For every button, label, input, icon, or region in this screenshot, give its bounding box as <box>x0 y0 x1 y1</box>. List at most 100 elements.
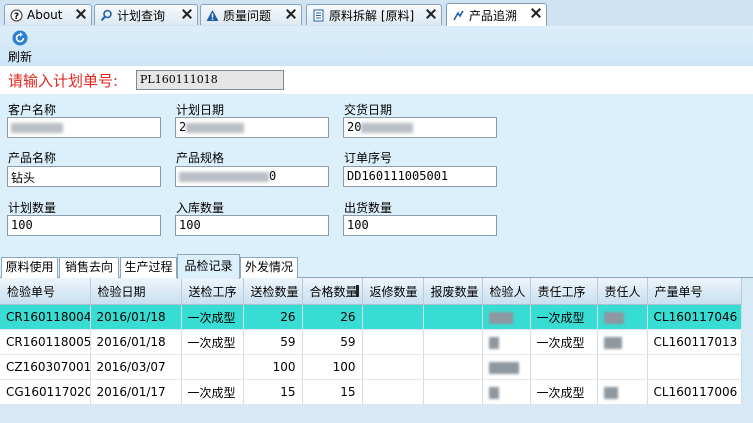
cell <box>423 329 483 355</box>
customer-name-label: 客户名称 <box>8 103 57 117</box>
tab-about[interactable]: ? About <box>4 4 92 25</box>
stock-in-qty-label: 入库数量 <box>176 201 225 215</box>
tab-product-trace[interactable]: 产品追溯 <box>446 3 547 26</box>
product-name-label: 产品名称 <box>8 151 57 165</box>
svg-text:?: ? <box>14 12 19 22</box>
order-seq-label: 订单序号 <box>344 151 393 165</box>
inspection-records-grid: 检验单号 检验日期 送检工序 送检数量 合格数量 返修数量 报废数量 检验人 责… <box>0 278 753 423</box>
table-row[interactable]: CZ160307001 2016/03/07 100 100 <box>0 354 742 380</box>
table-row[interactable]: CG160117020 2016/01/17 一次成型 15 15 一次成型 C… <box>0 379 742 405</box>
column-header[interactable]: 合格数量 <box>302 278 363 305</box>
tab-label: 产品追溯 <box>469 8 518 23</box>
column-resize-handle[interactable] <box>355 285 359 297</box>
tab-label: 计划查询 <box>117 8 166 23</box>
column-header[interactable]: 检验人 <box>482 278 531 305</box>
tab-material-usage[interactable]: 原料使用 <box>1 257 58 278</box>
delivery-date-field[interactable]: 20 <box>343 117 497 138</box>
close-icon[interactable] <box>531 8 541 18</box>
column-header[interactable]: 产量单号 <box>647 278 742 305</box>
cell: CZ160307001 <box>0 354 91 380</box>
column-header[interactable]: 送检数量 <box>243 278 303 305</box>
tab-label: About <box>27 8 63 22</box>
cell <box>647 354 742 380</box>
close-icon[interactable] <box>76 9 86 19</box>
customer-name-field[interactable] <box>7 117 161 138</box>
cell: CR160118005 <box>0 329 91 355</box>
product-spec-field[interactable]: 0 <box>175 166 329 187</box>
cell: 一次成型 <box>530 379 598 405</box>
order-seq-field[interactable]: DD160111005001 <box>343 166 497 187</box>
cell <box>530 354 598 380</box>
column-header[interactable]: 责任工序 <box>530 278 598 305</box>
ship-qty-label: 出货数量 <box>344 201 393 215</box>
product-spec-label: 产品规格 <box>176 151 225 165</box>
cell: 59 <box>302 329 363 355</box>
cell-inspector <box>482 354 531 380</box>
column-header[interactable]: 检验单号 <box>0 278 91 305</box>
cell: CL160117006 <box>647 379 742 405</box>
cell-responsible <box>597 329 648 355</box>
cell: 2016/03/07 <box>90 354 182 380</box>
cell-inspector <box>482 304 531 330</box>
trace-icon <box>452 9 465 22</box>
refresh-button[interactable]: 刷新 <box>3 28 37 64</box>
column-header[interactable]: 责任人 <box>597 278 648 305</box>
tab-production-process[interactable]: 生产过程 <box>120 257 177 278</box>
column-header[interactable]: 检验日期 <box>90 278 182 305</box>
cell: 一次成型 <box>530 329 598 355</box>
cell <box>423 354 483 380</box>
cell <box>423 304 483 330</box>
toolbar: 刷新 <box>0 26 753 66</box>
cell: 15 <box>302 379 363 405</box>
column-header[interactable]: 报废数量 <box>423 278 483 305</box>
plan-info-form: 客户名称 计划日期 2 交货日期 20 产品名称 钻头 产品规格 0 订单序号 … <box>0 94 753 250</box>
close-icon[interactable] <box>286 9 296 19</box>
table-row[interactable]: CR160118005 2016/01/18 一次成型 59 59 一次成型 C… <box>0 329 742 355</box>
column-header[interactable]: 返修数量 <box>362 278 424 305</box>
cell: 26 <box>243 304 303 330</box>
tab-plan-query[interactable]: 计划查询 <box>94 4 198 25</box>
cell-inspector <box>482 379 531 405</box>
tab-label: 原料拆解 [原料] <box>329 8 415 23</box>
cell: 一次成型 <box>181 379 244 405</box>
cell-responsible <box>597 304 648 330</box>
cell <box>362 354 424 380</box>
tab-outsourcing[interactable]: 外发情况 <box>240 257 298 278</box>
cell: CL160117013 <box>647 329 742 355</box>
stock-in-qty-field[interactable]: 100 <box>175 215 329 236</box>
cell: 2016/01/18 <box>90 304 182 330</box>
plan-number-bar: 请输入计划单号: PL160111018 <box>0 66 753 94</box>
cell <box>362 329 424 355</box>
cell: CR160118004 <box>0 304 91 330</box>
cell: 2016/01/17 <box>90 379 182 405</box>
ship-qty-field[interactable]: 100 <box>343 215 497 236</box>
close-icon[interactable] <box>182 9 192 19</box>
plan-number-input[interactable]: PL160111018 <box>136 70 284 90</box>
record-tab-bar: 原料使用 销售去向 生产过程 品检记录 外发情况 <box>0 250 753 279</box>
cell: 100 <box>302 354 363 380</box>
cell-responsible <box>597 379 648 405</box>
plan-date-field[interactable]: 2 <box>175 117 329 138</box>
tab-quality-issues[interactable]: 质量问题 <box>200 4 302 25</box>
cell <box>362 304 424 330</box>
product-name-field[interactable]: 钻头 <box>7 166 161 187</box>
cell: 一次成型 <box>181 329 244 355</box>
table-row[interactable]: CR160118004 2016/01/18 一次成型 26 26 一次成型 C… <box>0 304 742 330</box>
tab-inspection-records[interactable]: 品检记录 <box>177 254 240 279</box>
tab-sales-destination[interactable]: 销售去向 <box>59 257 119 278</box>
close-icon[interactable] <box>426 9 436 19</box>
plan-number-label: 请输入计划单号: <box>8 72 119 90</box>
cell: 100 <box>243 354 303 380</box>
document-tab-bar: ? About 计划查询 质量问题 原料拆解 [原料] 产品追溯 <box>0 0 753 26</box>
refresh-label: 刷新 <box>7 50 32 64</box>
column-header[interactable]: 送检工序 <box>181 278 244 305</box>
plan-qty-field[interactable]: 100 <box>7 215 161 236</box>
cell <box>423 379 483 405</box>
search-icon <box>100 9 113 22</box>
delivery-date-label: 交货日期 <box>344 103 393 117</box>
tab-material-breakdown[interactable]: 原料拆解 [原料] <box>306 4 442 25</box>
cell: 一次成型 <box>181 304 244 330</box>
cell: 一次成型 <box>530 304 598 330</box>
plan-date-label: 计划日期 <box>176 103 225 117</box>
cell-inspector <box>482 329 531 355</box>
